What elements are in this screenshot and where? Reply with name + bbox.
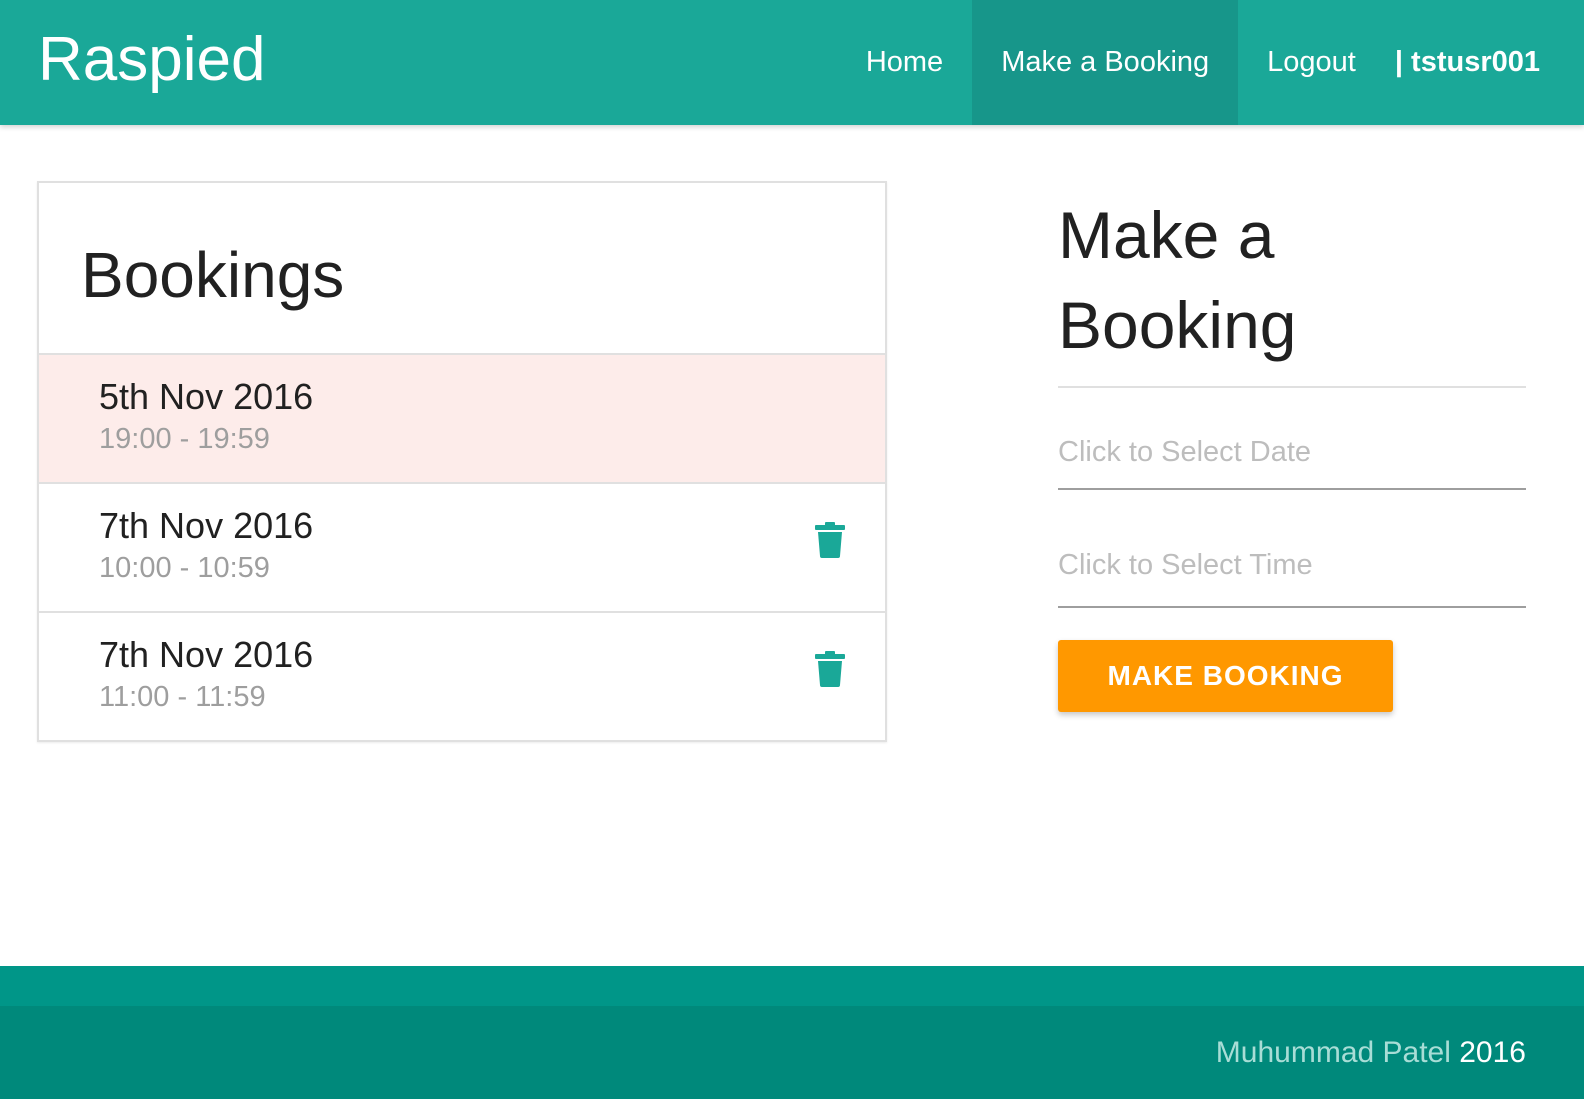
top-navbar: Raspied Home Make a Booking Logout | tst… — [0, 0, 1584, 125]
booking-time: 10:00 - 10:59 — [99, 552, 270, 584]
bookings-title: Bookings — [39, 183, 885, 355]
booking-date: 7th Nov 2016 — [99, 505, 314, 546]
booking-row: 7th Nov 2016 10:00 - 10:59 — [39, 484, 885, 613]
footer-credit: Muhummad Patel 2016 — [1216, 1036, 1526, 1070]
booking-time: 11:00 - 11:59 — [99, 681, 266, 713]
make-booking-button[interactable]: MAKE BOOKING — [1058, 640, 1393, 712]
booking-form: Make a Booking MAKE BOOKING — [1058, 190, 1526, 712]
form-title: Make a Booking — [1058, 190, 1526, 388]
trash-icon[interactable] — [815, 651, 845, 687]
brand-logo[interactable]: Raspied — [38, 24, 265, 96]
footer-band — [0, 966, 1584, 1006]
nav-username: | tstusr001 — [1394, 46, 1540, 78]
booking-date: 5th Nov 2016 — [99, 376, 314, 417]
nav-make-booking-link[interactable]: Make a Booking — [972, 0, 1239, 125]
trash-icon[interactable] — [815, 522, 845, 558]
booking-row: 7th Nov 2016 11:00 - 11:59 — [39, 613, 885, 742]
booking-time: 19:00 - 19:59 — [99, 423, 270, 455]
nav-home-link[interactable]: Home — [837, 0, 972, 125]
booking-row: 5th Nov 2016 19:00 - 19:59 — [39, 355, 885, 484]
footer-year: 2016 — [1459, 1036, 1526, 1069]
date-input[interactable] — [1058, 388, 1526, 490]
bookings-card: Bookings 5th Nov 2016 19:00 - 19:59 7th … — [37, 181, 887, 742]
footer-author: Muhummad Patel — [1215, 1036, 1451, 1069]
nav-logout-link[interactable]: Logout — [1238, 0, 1385, 125]
footer: Muhummad Patel 2016 — [0, 1006, 1584, 1099]
nav-menu: Home Make a Booking Logout | tstusr001 — [837, 0, 1584, 125]
booking-date: 7th Nov 2016 — [99, 634, 314, 675]
time-input[interactable] — [1058, 490, 1526, 608]
